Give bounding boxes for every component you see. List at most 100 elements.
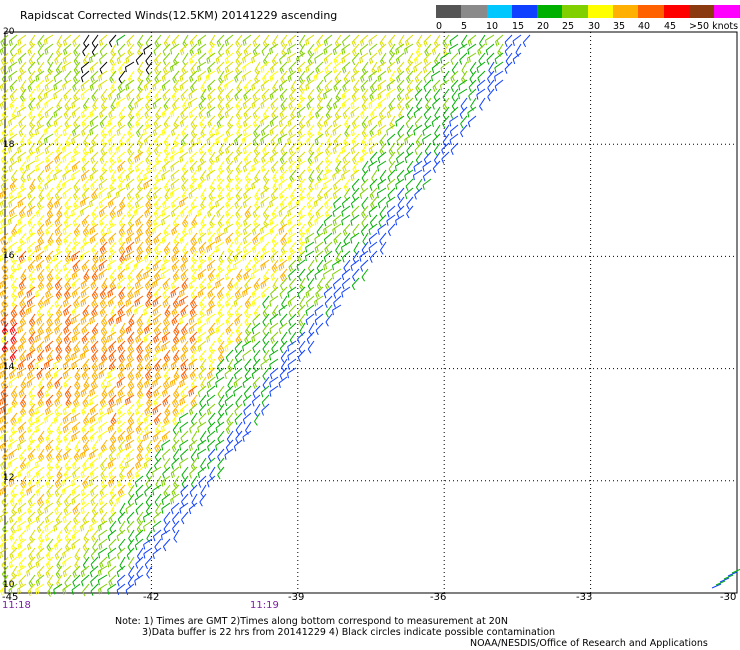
wind-barb [479,97,486,111]
wind-barb [323,178,333,190]
wind-barb [450,142,459,156]
wind-barb [188,88,198,100]
wind-barb [25,304,36,316]
lat-label-10: 10 [3,580,15,590]
wind-barb [459,52,468,65]
wind-barb [134,97,144,109]
wind-barb [82,556,90,570]
wind-barb [305,79,315,91]
wind-barb [197,34,207,46]
wind-barb [35,250,45,262]
wind-barb [35,358,45,370]
wind-barb [215,124,225,136]
wind-barb [217,430,225,444]
wind-barb [350,124,360,137]
wind-barb [431,70,441,82]
wind-barb [323,88,333,100]
wind-barb [161,439,171,451]
wind-barb [119,196,126,210]
wind-barb [8,160,18,173]
wind-barb [26,466,36,478]
wind-barb [55,61,63,75]
wind-barb [0,412,9,424]
wind-barb [305,232,315,244]
wind-barb [80,169,90,182]
wind-barb [197,70,207,82]
wind-barb [164,304,171,318]
wind-barb [134,475,144,488]
time-label-mid: 11:19 [250,600,279,611]
lon-label-42: -42 [143,592,160,603]
wind-barb [350,97,360,109]
wind-barb [98,538,108,550]
wind-barb [152,277,162,289]
wind-barb [152,520,162,532]
wind-barb [154,70,162,84]
wind-barb [316,223,324,237]
wind-barb [163,223,171,237]
wind-barb [83,412,90,426]
wind-barb [44,529,54,542]
wind-speed-colorbar: 0 5 10 15 20 25 30 35 40 45 >50 knots [436,5,740,33]
time-label-start: 11:18 [2,600,31,611]
wind-barb [206,52,216,64]
wind-barb [107,529,117,542]
wind-barb [134,232,144,245]
wind-barb [0,403,9,415]
wind-barb [323,43,333,55]
wind-barb [307,259,315,273]
note-line-3: NOAA/NESDIS/Office of Research and Appli… [470,638,708,649]
wind-barb [316,142,324,156]
wind-barb [107,403,117,415]
wind-barb [190,196,198,210]
wind-barb [206,331,216,343]
wind-barb [236,124,243,138]
wind-barb [53,88,63,100]
wind-barb [26,205,36,218]
wind-barb [70,412,81,424]
wind-barb [277,133,288,145]
wind-barb [145,70,153,84]
wind-barb [199,304,207,318]
wind-barb [377,196,387,209]
wind-barb [368,160,378,172]
wind-barb [11,538,18,552]
wind-barb [143,178,153,190]
wind-barb [146,439,153,453]
colorbar-label-5: 25 [562,21,575,32]
wind-barb [26,457,36,469]
wind-barb [225,295,234,308]
wind-barb [332,304,342,316]
wind-barb [17,196,27,208]
wind-barb [71,169,81,181]
wind-barb [242,160,252,173]
wind-barb [125,439,135,451]
wind-barb [107,115,117,127]
wind-barb [44,106,54,119]
wind-barb [17,367,27,379]
wind-barb [395,52,405,65]
wind-barb [107,457,117,470]
wind-barb [377,160,387,172]
wind-barb [188,313,198,326]
wind-barb [287,295,297,308]
wind-barb [163,484,171,498]
wind-barb [133,205,144,217]
wind-barb [287,349,297,361]
wind-barb [199,169,207,183]
wind-barb [161,169,171,181]
wind-barb [206,106,216,118]
wind-barb [62,556,72,568]
colorbar-swatch-8 [638,5,664,18]
wind-barb [89,223,99,235]
wind-barb [458,88,468,100]
wind-barb [116,52,126,65]
colorbar-swatch-2 [486,5,512,18]
wind-barb [0,286,9,299]
wind-barb [207,205,216,218]
wind-barb [44,412,54,424]
wind-barb [19,331,27,345]
wind-barb [227,376,234,390]
wind-barb [62,61,72,73]
wind-barb [200,214,207,228]
